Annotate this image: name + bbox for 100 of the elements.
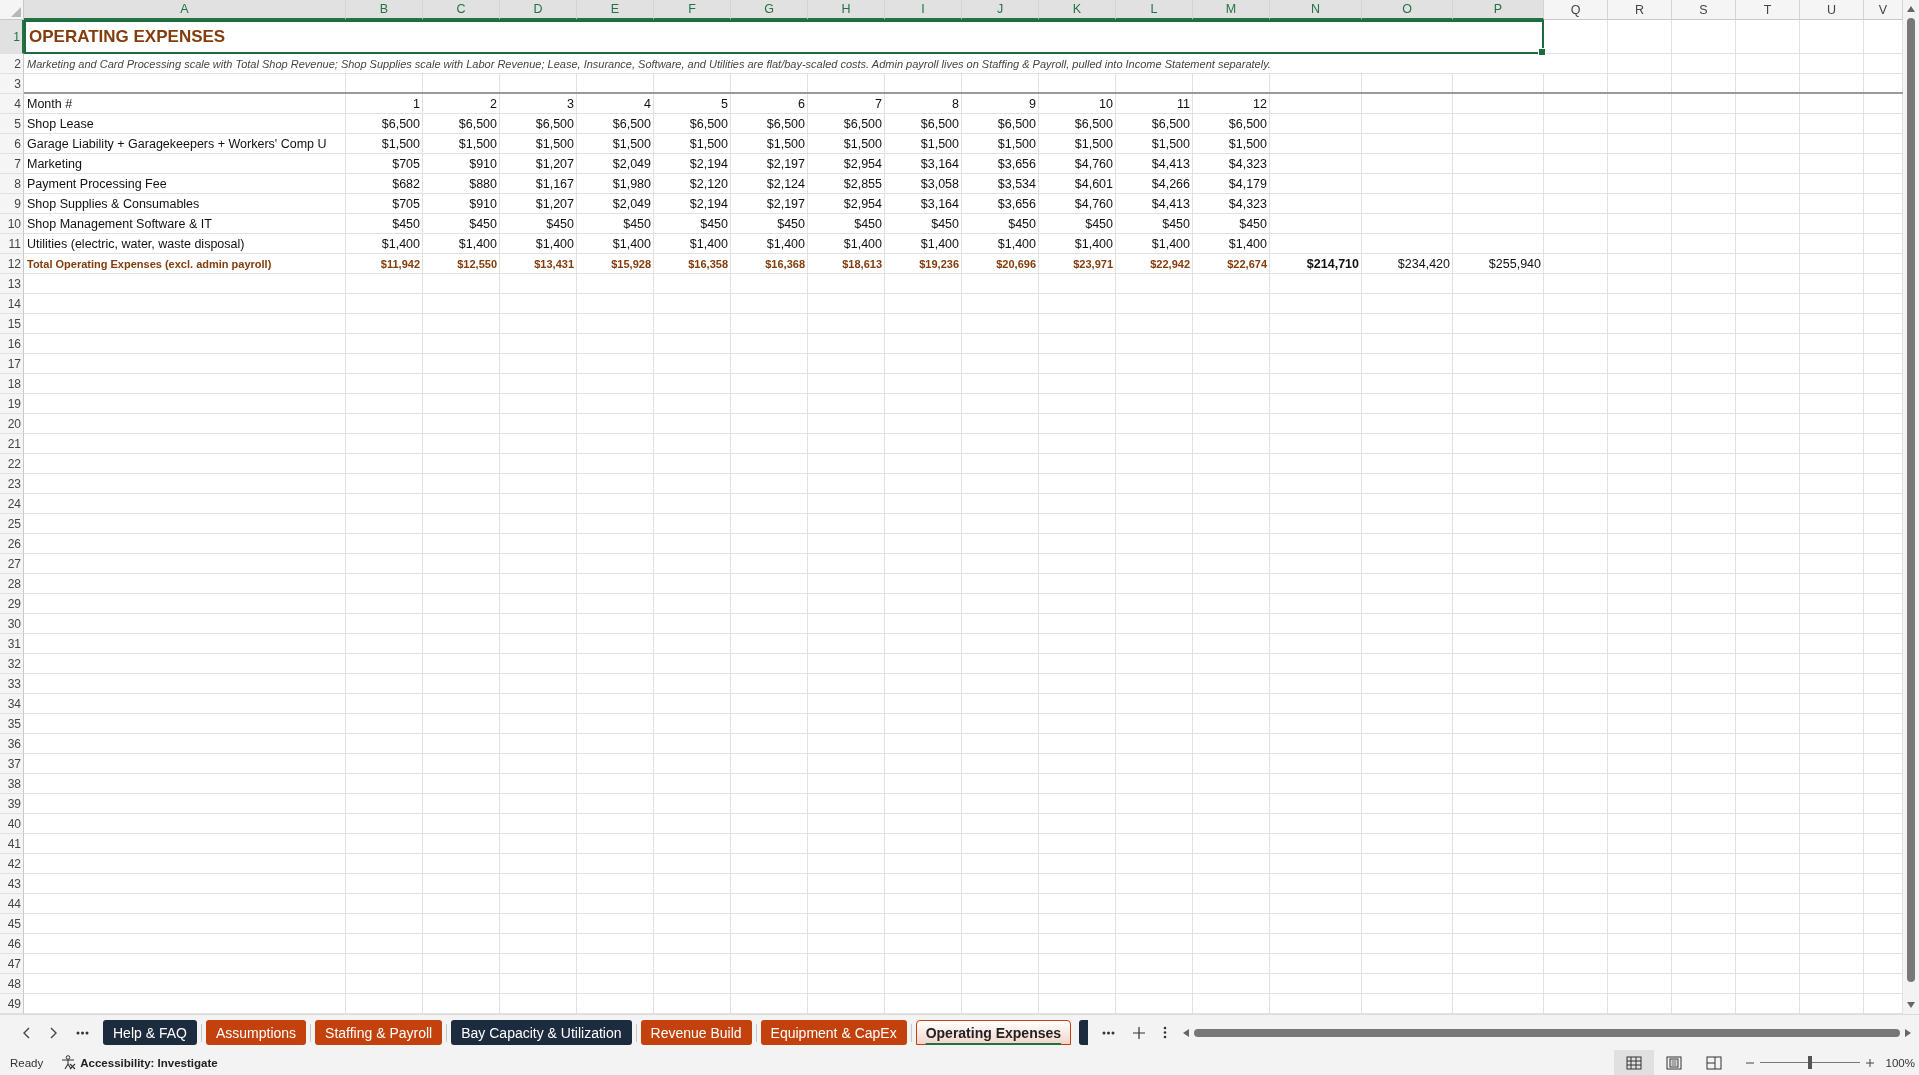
more-icon[interactable]	[76, 1030, 89, 1035]
row-header[interactable]: 14	[0, 294, 24, 314]
column-header[interactable]: I	[885, 0, 962, 20]
row-header[interactable]: 2	[0, 54, 24, 74]
table-cell: $1,500	[535, 137, 574, 151]
column-header[interactable]: E	[577, 0, 654, 20]
row-header[interactable]: 34	[0, 694, 24, 714]
column-header[interactable]: P	[1453, 0, 1544, 20]
column-header[interactable]: G	[731, 0, 808, 20]
row-header[interactable]: 41	[0, 834, 24, 854]
row-header[interactable]: 29	[0, 594, 24, 614]
column-header[interactable]: L	[1116, 0, 1193, 20]
row-header[interactable]: 8	[0, 174, 24, 194]
scrollbar-thumb[interactable]	[1194, 1028, 1900, 1037]
row-header[interactable]: 27	[0, 554, 24, 574]
column-header[interactable]: M	[1193, 0, 1270, 20]
fill-handle[interactable]	[1538, 48, 1546, 56]
column-header[interactable]: O	[1362, 0, 1453, 20]
row-header[interactable]: 38	[0, 774, 24, 794]
row-header[interactable]: 17	[0, 354, 24, 374]
row-header[interactable]: 35	[0, 714, 24, 734]
zoom-in-icon[interactable]	[1865, 1058, 1874, 1067]
row-header[interactable]: 33	[0, 674, 24, 694]
row-header[interactable]: 15	[0, 314, 24, 334]
row-header[interactable]: 16	[0, 334, 24, 354]
row-header[interactable]: 7	[0, 154, 24, 174]
more-icon[interactable]	[1102, 1030, 1116, 1035]
row-header[interactable]: 9	[0, 194, 24, 214]
scroll-down-icon[interactable]	[1906, 1000, 1916, 1010]
row-header[interactable]: 49	[0, 994, 24, 1014]
column-header[interactable]: N	[1270, 0, 1362, 20]
row-header[interactable]: 1	[0, 20, 24, 54]
row-header[interactable]: 5	[0, 114, 24, 134]
row-header[interactable]: 21	[0, 434, 24, 454]
row-header[interactable]: 37	[0, 754, 24, 774]
row-header[interactable]: 26	[0, 534, 24, 554]
chevron-left-icon[interactable]	[22, 1026, 31, 1039]
row-header[interactable]: 48	[0, 974, 24, 994]
row-header[interactable]: 23	[0, 474, 24, 494]
row-header[interactable]: 6	[0, 134, 24, 154]
slider-thumb[interactable]	[1807, 1056, 1812, 1069]
sheet-tab[interactable]: Help & FAQ	[103, 1020, 197, 1045]
column-header[interactable]: F	[654, 0, 731, 20]
column-header[interactable]: B	[346, 0, 423, 20]
row-header[interactable]: 39	[0, 794, 24, 814]
row-header[interactable]: 46	[0, 934, 24, 954]
row-header[interactable]: 4	[0, 94, 24, 114]
sheet-tab[interactable]	[1079, 1020, 1089, 1045]
row-header[interactable]: 3	[0, 74, 24, 94]
column-header[interactable]: T	[1736, 0, 1800, 20]
scroll-right-icon[interactable]	[1904, 1027, 1913, 1038]
row-header[interactable]: 11	[0, 234, 24, 254]
column-header[interactable]: Q	[1544, 0, 1608, 20]
column-header[interactable]: R	[1608, 0, 1672, 20]
row-header[interactable]: 25	[0, 514, 24, 534]
sheet-tab[interactable]: Staffing & Payroll	[315, 1020, 443, 1045]
row-header[interactable]: 43	[0, 874, 24, 894]
accessibility-button[interactable]: Accessibility: Investigate	[61, 1055, 218, 1070]
view-button[interactable]	[1613, 1050, 1654, 1075]
table-cell: $1,500	[1151, 137, 1190, 151]
row-header[interactable]: 28	[0, 574, 24, 594]
column-header[interactable]: V	[1864, 0, 1903, 20]
column-header[interactable]: D	[500, 0, 577, 20]
row-header[interactable]: 36	[0, 734, 24, 754]
row-header[interactable]: 13	[0, 274, 24, 294]
row-header[interactable]: 30	[0, 614, 24, 634]
sheet-tab[interactable]: Revenue Build	[640, 1020, 752, 1045]
table-cell: $18,613	[842, 258, 882, 270]
row-header[interactable]: 42	[0, 854, 24, 874]
add-sheet-icon[interactable]	[1133, 1026, 1146, 1039]
row-header[interactable]: 45	[0, 914, 24, 934]
row-header[interactable]: 40	[0, 814, 24, 834]
row-header[interactable]: 24	[0, 494, 24, 514]
scrollbar-thumb[interactable]	[1907, 18, 1915, 982]
row-header[interactable]: 32	[0, 654, 24, 674]
options-icon[interactable]	[1163, 1026, 1168, 1039]
row-header[interactable]: 19	[0, 394, 24, 414]
row-header[interactable]: 12	[0, 254, 24, 274]
scroll-up-icon[interactable]	[1906, 4, 1916, 14]
column-header[interactable]: S	[1672, 0, 1736, 20]
row-header[interactable]: 47	[0, 954, 24, 974]
sheet-tab[interactable]: Operating Expenses	[915, 1020, 1072, 1045]
column-header[interactable]: J	[962, 0, 1039, 20]
column-header[interactable]: U	[1800, 0, 1864, 20]
sheet-tab[interactable]: Equipment & CapEx	[760, 1020, 907, 1045]
column-header[interactable]: H	[808, 0, 885, 20]
column-header[interactable]: A	[24, 0, 346, 20]
row-header[interactable]: 44	[0, 894, 24, 914]
row-header[interactable]: 18	[0, 374, 24, 394]
row-header[interactable]: 10	[0, 214, 24, 234]
chevron-right-icon[interactable]	[49, 1026, 58, 1039]
row-header[interactable]: 31	[0, 634, 24, 654]
scroll-left-icon[interactable]	[1181, 1027, 1191, 1038]
sheet-tab[interactable]: Bay Capacity & Utilization	[451, 1020, 632, 1045]
column-header[interactable]: K	[1039, 0, 1116, 20]
row-header[interactable]: 22	[0, 454, 24, 474]
zoom-level[interactable]: 100%	[1885, 1056, 1915, 1069]
row-header[interactable]: 20	[0, 414, 24, 434]
column-header[interactable]: C	[423, 0, 500, 20]
sheet-tab[interactable]: Assumptions	[205, 1020, 307, 1045]
